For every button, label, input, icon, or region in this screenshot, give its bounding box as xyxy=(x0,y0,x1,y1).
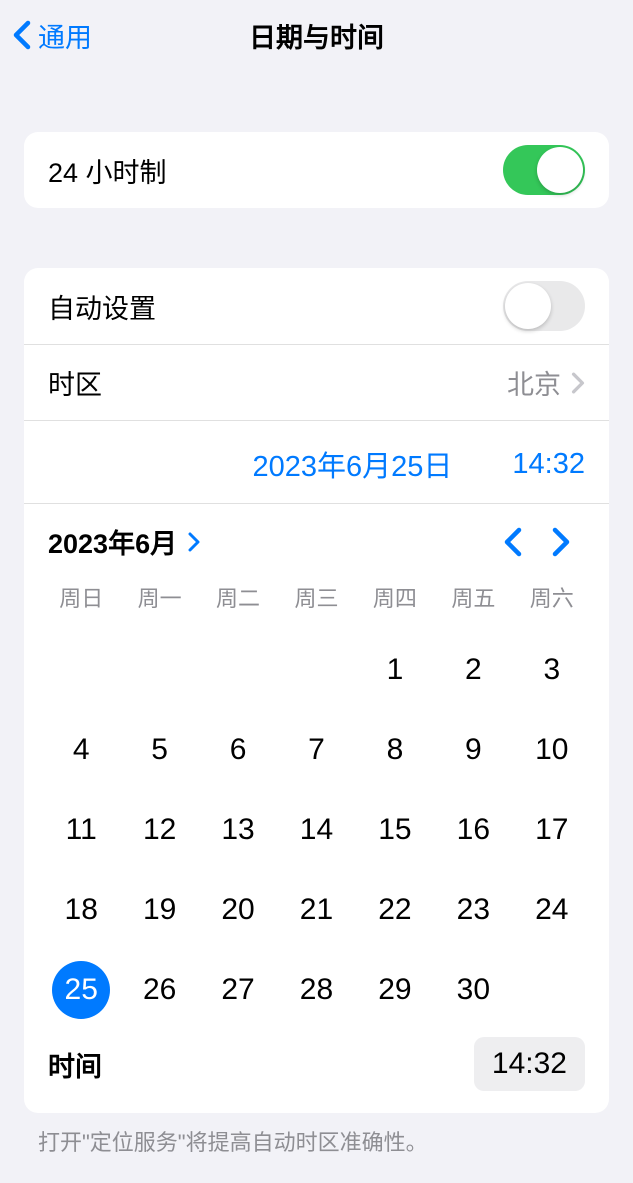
weekday-header: 周五 xyxy=(434,581,512,619)
chevron-right-icon xyxy=(551,527,571,557)
chevron-left-icon xyxy=(503,527,523,557)
month-picker[interactable]: 2023年6月 xyxy=(48,522,201,561)
calendar-day[interactable]: 8 xyxy=(356,721,434,779)
weekday-header: 周二 xyxy=(199,581,277,619)
calendar-day[interactable]: 28 xyxy=(277,961,355,1019)
row-autoset: 自动设置 xyxy=(24,268,609,344)
weekday-header: 周一 xyxy=(120,581,198,619)
back-label: 通用 xyxy=(38,16,92,55)
calendar-day[interactable]: 6 xyxy=(199,721,277,779)
calendar-day[interactable]: 7 xyxy=(277,721,355,779)
chevron-right-icon xyxy=(187,532,201,552)
label-24hour: 24 小时制 xyxy=(48,151,167,190)
weekday-header: 周六 xyxy=(513,581,591,619)
page-title: 日期与时间 xyxy=(249,16,384,55)
calendar-day-empty xyxy=(120,641,198,699)
calendar-day[interactable]: 25 xyxy=(52,961,110,1019)
calendar-day[interactable]: 12 xyxy=(120,801,198,859)
calendar-day-empty xyxy=(199,641,277,699)
back-button[interactable]: 通用 xyxy=(12,16,92,55)
calendar-day[interactable]: 17 xyxy=(513,801,591,859)
calendar-day[interactable]: 13 xyxy=(199,801,277,859)
calendar-day[interactable]: 21 xyxy=(277,881,355,939)
chevron-left-icon xyxy=(12,20,32,50)
calendar-day[interactable]: 1 xyxy=(356,641,434,699)
calendar-day[interactable]: 2 xyxy=(434,641,512,699)
weekday-header: 周四 xyxy=(356,581,434,619)
calendar-day[interactable]: 16 xyxy=(434,801,512,859)
value-timezone: 北京 xyxy=(507,363,561,402)
selected-time[interactable]: 14:32 xyxy=(512,448,585,481)
month-label: 2023年6月 xyxy=(48,522,177,561)
calendar-day[interactable]: 30 xyxy=(434,961,512,1019)
calendar-day[interactable]: 5 xyxy=(120,721,198,779)
calendar-day[interactable]: 11 xyxy=(42,801,120,859)
calendar-day[interactable]: 26 xyxy=(120,961,198,1019)
calendar-day-empty xyxy=(277,641,355,699)
weekday-header: 周三 xyxy=(277,581,355,619)
switch-24hour[interactable] xyxy=(503,145,585,195)
calendar-day[interactable]: 27 xyxy=(199,961,277,1019)
calendar-day[interactable]: 9 xyxy=(434,721,512,779)
weekday-header: 周日 xyxy=(42,581,120,619)
time-picker[interactable]: 14:32 xyxy=(474,1037,585,1091)
label-autoset: 自动设置 xyxy=(48,287,156,326)
switch-autoset[interactable] xyxy=(503,281,585,331)
calendar-day[interactable]: 4 xyxy=(42,721,120,779)
calendar-day[interactable]: 23 xyxy=(434,881,512,939)
calendar-day[interactable]: 19 xyxy=(120,881,198,939)
calendar-day[interactable]: 15 xyxy=(356,801,434,859)
calendar-day[interactable]: 18 xyxy=(42,881,120,939)
selected-date[interactable]: 2023年6月25日 xyxy=(253,443,453,485)
calendar-day[interactable]: 20 xyxy=(199,881,277,939)
calendar-day[interactable]: 22 xyxy=(356,881,434,939)
calendar-day[interactable]: 14 xyxy=(277,801,355,859)
footer-note: 打开"定位服务"将提高自动时区准确性。 xyxy=(0,1113,633,1157)
time-label: 时间 xyxy=(48,1045,102,1084)
chevron-right-icon xyxy=(571,372,585,394)
label-timezone: 时区 xyxy=(48,363,102,402)
calendar-day[interactable]: 3 xyxy=(513,641,591,699)
row-timezone[interactable]: 时区 北京 xyxy=(24,344,609,420)
calendar-day[interactable]: 10 xyxy=(513,721,591,779)
calendar-day[interactable]: 29 xyxy=(356,961,434,1019)
prev-month-button[interactable] xyxy=(489,527,537,557)
row-24hour: 24 小时制 xyxy=(24,132,609,208)
calendar-day-empty xyxy=(42,641,120,699)
calendar-day[interactable]: 24 xyxy=(513,881,591,939)
next-month-button[interactable] xyxy=(537,527,585,557)
